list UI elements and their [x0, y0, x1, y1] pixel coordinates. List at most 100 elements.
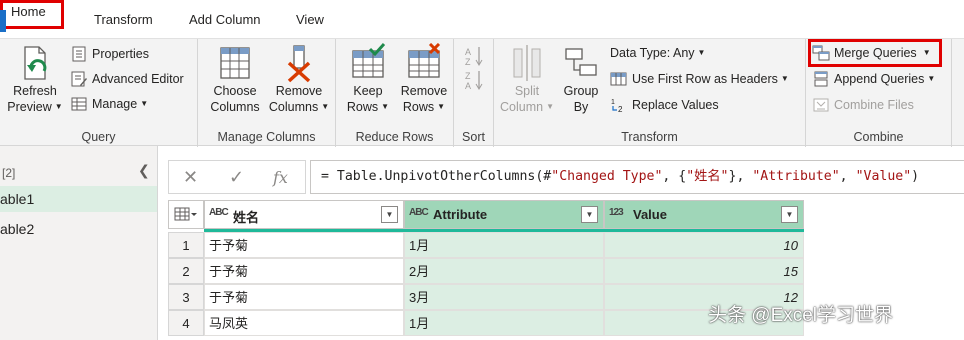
refresh-icon — [17, 43, 53, 81]
replace-values-button[interactable]: 12 Replace Values — [610, 95, 719, 115]
cell-name[interactable]: 马凤英 — [204, 310, 404, 336]
advanced-editor-label: Advanced Editor — [92, 72, 184, 86]
append-queries-button[interactable]: Append Queries ▼ — [812, 69, 935, 89]
remove-columns-button[interactable]: Remove Columns ▼ — [268, 43, 330, 115]
data-type-dropdown[interactable]: Data Type: Any ▼ — [610, 43, 705, 63]
remove-columns-icon — [281, 43, 317, 83]
refresh-preview-button[interactable]: Refresh Preview ▼ — [6, 43, 64, 115]
properties-label: Properties — [92, 47, 149, 61]
group-manage-columns: Choose Columns Remove Columns ▼ Manage Co… — [198, 39, 336, 147]
filter-dropdown-icon[interactable]: ▼ — [781, 206, 798, 223]
text-type-icon[interactable]: ABC — [209, 207, 229, 218]
watermark-text: 头条 @Excel学习世界 — [708, 305, 894, 326]
sort-descending-icon[interactable]: ZA — [464, 69, 486, 94]
chevron-down-icon: ▼ — [546, 102, 554, 111]
function-fx-icon[interactable]: fx — [273, 168, 288, 187]
row-number[interactable]: 1 — [168, 232, 204, 258]
row-number[interactable]: 2 — [168, 258, 204, 284]
chevron-down-icon: ▼ — [321, 102, 330, 111]
filter-dropdown-icon[interactable]: ▼ — [381, 206, 398, 223]
query-item-table2[interactable]: able2 — [0, 216, 157, 242]
cell-name[interactable]: 于予菊 — [204, 284, 404, 310]
group-by-label-1: Group — [563, 84, 599, 98]
row-number[interactable]: 4 — [168, 310, 204, 336]
formula-string-2: "姓名" — [686, 169, 729, 184]
formula-mid-3: , — [839, 169, 856, 184]
group-reduce-rows-label: Reduce Rows — [355, 130, 434, 144]
cell-value[interactable]: 15 — [604, 258, 804, 284]
properties-button[interactable]: Properties — [70, 44, 149, 64]
cell-attribute[interactable]: 2月 — [404, 258, 604, 284]
formula-prefix: = Table.UnpivotOtherColumns(# — [321, 169, 552, 184]
remove-rows-button[interactable]: Remove Rows ▼ — [396, 42, 452, 115]
svg-text:1: 1 — [611, 99, 615, 106]
column-header-label: Attribute — [433, 207, 488, 222]
cell-name[interactable]: 于予菊 — [204, 258, 404, 284]
refresh-label-2: Preview — [7, 100, 52, 114]
keep-rows-button[interactable]: Keep Rows ▼ — [342, 42, 394, 115]
chevron-down-icon: ▼ — [437, 102, 446, 111]
advanced-editor-icon — [70, 71, 88, 87]
manage-label: Manage — [92, 97, 138, 111]
svg-text:Z: Z — [465, 57, 471, 67]
text-type-icon[interactable]: ABC — [409, 207, 429, 218]
collapse-pane-icon[interactable]: ❮ — [138, 162, 150, 179]
column-header-value[interactable]: 123 Value ▼ — [604, 200, 804, 229]
row-number[interactable]: 3 — [168, 284, 204, 310]
table-menu-button[interactable] — [168, 200, 204, 229]
combine-files-icon — [812, 97, 830, 113]
svg-text:A: A — [465, 47, 471, 57]
split-column-button[interactable]: Split Column ▼ — [500, 43, 554, 115]
query-item-table1[interactable]: able1 — [0, 186, 157, 212]
number-type-icon[interactable]: 123 — [609, 207, 624, 218]
table-icon — [174, 207, 197, 221]
combine-files-button[interactable]: Combine Files — [812, 95, 914, 115]
sort-ascending-icon[interactable]: AZ — [464, 45, 486, 70]
column-header-attribute[interactable]: ABC Attribute ▼ — [404, 200, 604, 229]
formula-mid-1: , { — [662, 169, 687, 184]
keep-rows-label-2: Rows — [346, 100, 379, 114]
chevron-down-icon: ▼ — [927, 74, 936, 83]
tab-view[interactable]: View — [296, 12, 324, 27]
cell-attribute[interactable]: 3月 — [404, 284, 604, 310]
use-first-row-headers-button[interactable]: Use First Row as Headers ▼ — [610, 69, 789, 89]
group-manage-columns-label: Manage Columns — [217, 130, 316, 144]
file-tab-accent[interactable] — [0, 10, 6, 32]
formula-mid-2: }, — [728, 169, 753, 184]
chevron-down-icon: ▼ — [780, 74, 789, 83]
ribbon: Refresh Preview ▼ Properties Advanced Edi… — [0, 38, 964, 147]
cell-attribute[interactable]: 1月 — [404, 232, 604, 258]
group-sort-label: Sort — [462, 130, 485, 144]
tab-add-column[interactable]: Add Column — [189, 12, 261, 27]
choose-columns-icon — [217, 43, 253, 81]
table-headers-icon — [610, 71, 628, 87]
tab-home-label: Home — [11, 4, 46, 19]
cell-name[interactable]: 于予菊 — [204, 232, 404, 258]
tab-transform[interactable]: Transform — [94, 12, 153, 27]
column-header-name[interactable]: ABC 姓名 ▼ — [204, 200, 404, 229]
cell-attribute[interactable]: 1月 — [404, 310, 604, 336]
choose-columns-button[interactable]: Choose Columns — [204, 43, 266, 115]
split-column-icon — [509, 43, 545, 81]
formula-buttons: ✕ ✓ fx — [168, 160, 306, 194]
cancel-formula-icon[interactable]: ✕ — [183, 167, 198, 188]
append-queries-icon — [812, 71, 830, 87]
cell-value[interactable]: 10 — [604, 232, 804, 258]
group-query-label: Query — [81, 130, 116, 144]
queries-count: [2] — [2, 166, 16, 180]
choose-columns-label-2: Columns — [210, 100, 260, 114]
advanced-editor-button[interactable]: Advanced Editor — [70, 69, 184, 89]
confirm-formula-icon[interactable]: ✓ — [229, 167, 244, 188]
tab-home[interactable]: Home — [0, 0, 64, 29]
ribbon-tab-bar: Home Transform Add Column View — [0, 0, 964, 38]
remove-columns-label-2: Columns — [268, 100, 319, 114]
svg-text:Z: Z — [465, 71, 471, 81]
combine-files-label: Combine Files — [834, 98, 914, 112]
filter-dropdown-icon[interactable]: ▼ — [581, 206, 598, 223]
group-sort: AZ ZA Sort — [454, 39, 494, 147]
formula-input[interactable]: = Table.UnpivotOtherColumns(#"Changed Ty… — [310, 160, 964, 194]
chevron-down-icon: ▼ — [140, 99, 149, 108]
manage-button[interactable]: Manage ▼ — [70, 94, 148, 114]
group-by-button[interactable]: Group By — [556, 43, 606, 115]
column-header-label: 姓名 — [233, 210, 260, 225]
